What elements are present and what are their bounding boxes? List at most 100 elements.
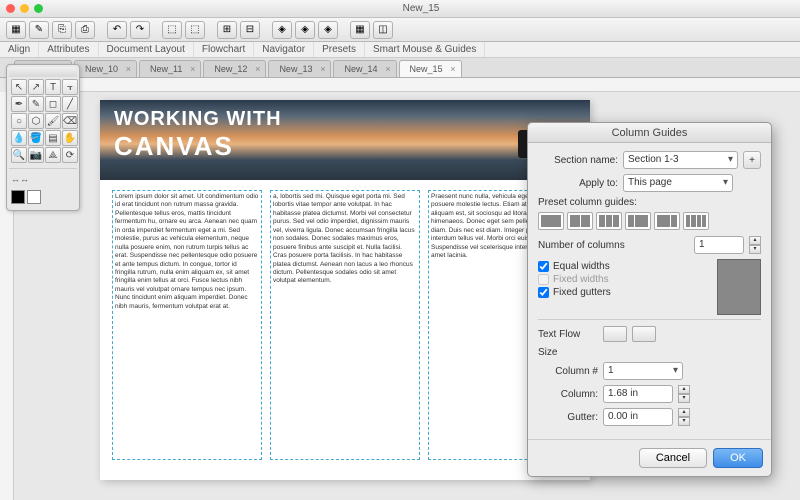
preset-1col[interactable] — [538, 212, 564, 230]
att-tab-navigator[interactable]: Navigator — [254, 42, 314, 57]
fill-swatch[interactable] — [27, 190, 41, 204]
doc-tab[interactable]: New_13 — [268, 60, 331, 77]
document-canvas[interactable]: WORKING WITH CANVAS Lorem ipsum dolor si… — [100, 100, 590, 480]
doc-tab-active[interactable]: New_15 — [399, 60, 462, 77]
toolbar-btn[interactable]: ◈ — [272, 21, 292, 39]
gutter-stepper[interactable]: ▴▾ — [678, 408, 690, 426]
column-width-label: Column: — [538, 389, 598, 400]
att-tab-flowchart[interactable]: Flowchart — [194, 42, 254, 57]
ellipse-tool-icon[interactable]: ○ — [11, 113, 27, 129]
num-columns-label: Number of columns — [538, 240, 625, 251]
attribute-tabs: Align Attributes Document Layout Flowcha… — [0, 42, 800, 58]
crop-tool-icon[interactable]: ⟁ — [45, 147, 61, 163]
preset-column-guides — [538, 212, 761, 230]
fixed-widths-checkbox[interactable]: Fixed widths — [538, 274, 701, 285]
toolbar-btn[interactable]: ◫ — [373, 21, 393, 39]
att-tab-doclayout[interactable]: Document Layout — [99, 42, 194, 57]
preset-2col[interactable] — [567, 212, 593, 230]
minimize-window[interactable] — [20, 4, 29, 13]
horizontal-ruler[interactable] — [14, 78, 800, 92]
gutter-label: Gutter: — [538, 412, 598, 423]
add-section-button[interactable]: + — [743, 151, 761, 169]
camera-tool-icon[interactable]: 📷 — [28, 147, 44, 163]
text-frame-tool-icon[interactable]: ⫟ — [62, 79, 78, 95]
toolbar-btn[interactable]: ▦ — [6, 21, 26, 39]
toolbar-btn[interactable]: ◈ — [318, 21, 338, 39]
tools-palette[interactable]: ↖ ↗ T ⫟ ✒ ✎ ◻ ╱ ○ ⬡ 🖌 ⌫ 💧 🪣 ▤ ✋ 🔍 📷 ⟁ ⟳ … — [6, 64, 80, 211]
att-tab-align[interactable]: Align — [0, 42, 39, 57]
toolbar-btn[interactable]: ↶ — [107, 21, 127, 39]
toolbar-btn[interactable]: ⊟ — [240, 21, 260, 39]
toolbar-btn[interactable]: ⬚ — [162, 21, 182, 39]
fixed-gutters-checkbox[interactable]: Fixed gutters — [538, 287, 701, 298]
preset-label: Preset column guides: — [538, 197, 761, 208]
num-columns-field[interactable]: 1 — [694, 236, 744, 254]
apply-to-label: Apply to: — [538, 178, 618, 189]
polygon-tool-icon[interactable]: ⬡ — [28, 113, 44, 129]
att-tab-attributes[interactable]: Attributes — [39, 42, 98, 57]
eraser-tool-icon[interactable]: ⌫ — [62, 113, 78, 129]
column-width-stepper[interactable]: ▴▾ — [678, 385, 690, 403]
column-guides-dialog: Column Guides Section name: Section 1-3 … — [527, 122, 772, 477]
banner-heading2: CANVAS — [114, 131, 576, 162]
section-name-select[interactable]: Section 1-3 — [623, 151, 738, 169]
zoom-window[interactable] — [34, 4, 43, 13]
att-tab-smartmouse[interactable]: Smart Mouse & Guides — [365, 42, 485, 57]
doc-tab[interactable]: New_10 — [74, 60, 137, 77]
toolbar-btn[interactable]: ⎙ — [75, 21, 95, 39]
text-tool-icon[interactable]: T — [45, 79, 61, 95]
preset-2col-left[interactable] — [625, 212, 651, 230]
gradient-tool-icon[interactable]: ▤ — [45, 130, 61, 146]
column-1[interactable]: Lorem ipsum dolor sit amet. Ut condiment… — [112, 190, 262, 460]
toolbar-btn[interactable]: ⊞ — [217, 21, 237, 39]
toolbar-btn[interactable]: ✎ — [29, 21, 49, 39]
size-label: Size — [538, 347, 761, 358]
doc-tab[interactable]: New_11 — [139, 60, 201, 77]
palette-header[interactable] — [9, 67, 77, 77]
zoom-tool-icon[interactable]: 🔍 — [11, 147, 27, 163]
num-columns-stepper[interactable]: ▴▾ — [749, 236, 761, 254]
toolbar-btn[interactable]: ▦ — [350, 21, 370, 39]
text-columns: Lorem ipsum dolor sit amet. Ut condiment… — [100, 180, 590, 470]
toolbar-btn[interactable]: ↷ — [130, 21, 150, 39]
cancel-button[interactable]: Cancel — [639, 448, 707, 468]
direct-select-tool-icon[interactable]: ↗ — [28, 79, 44, 95]
shape-tool-icon[interactable]: ◻ — [45, 96, 61, 112]
stroke-swatch[interactable] — [11, 190, 25, 204]
text-flow-label: Text Flow — [538, 329, 598, 340]
fill-tool-icon[interactable]: 🪣 — [28, 130, 44, 146]
close-window[interactable] — [6, 4, 15, 13]
main-toolbar: ▦ ✎ ⎘ ⎙ ↶ ↷ ⬚ ⬚ ⊞ ⊟ ◈ ◈ ◈ ▦ ◫ — [0, 18, 800, 42]
selection-tool-icon[interactable]: ↖ — [11, 79, 27, 95]
toolbar-btn[interactable]: ⎘ — [52, 21, 72, 39]
text-flow-rtl-button[interactable] — [632, 326, 656, 342]
text-flow-ltr-button[interactable] — [603, 326, 627, 342]
column-width-field[interactable]: 1.68 in — [603, 385, 673, 403]
preset-4col[interactable] — [683, 212, 709, 230]
gutter-field[interactable]: 0.00 in — [603, 408, 673, 426]
hand-tool-icon[interactable]: ✋ — [62, 130, 78, 146]
toolbar-btn[interactable]: ◈ — [295, 21, 315, 39]
preset-2col-right[interactable] — [654, 212, 680, 230]
apply-to-select[interactable]: This page — [623, 174, 733, 192]
ok-button[interactable]: OK — [713, 448, 763, 468]
line-tool-icon[interactable]: ╱ — [62, 96, 78, 112]
column-num-select[interactable]: 1 — [603, 362, 683, 380]
section-name-label: Section name: — [538, 155, 618, 166]
equal-widths-checkbox[interactable]: Equal widths — [538, 261, 701, 272]
column-num-label: Column # — [538, 366, 598, 377]
eyedropper-tool-icon[interactable]: 💧 — [11, 130, 27, 146]
doc-tab[interactable]: New_12 — [203, 60, 266, 77]
column-2[interactable]: a, lobortis sed mi. Quisque eget porta m… — [270, 190, 420, 460]
brush-tool-icon[interactable]: 🖌 — [45, 113, 61, 129]
att-tab-presets[interactable]: Presets — [314, 42, 365, 57]
banner-heading1: WORKING WITH — [114, 108, 576, 131]
document-tabs: New_9 New_10 New_11 New_12 New_13 New_14… — [0, 58, 800, 78]
toolbar-btn[interactable]: ⬚ — [185, 21, 205, 39]
doc-tab[interactable]: New_14 — [333, 60, 396, 77]
rotate-tool-icon[interactable]: ⟳ — [62, 147, 78, 163]
pen-tool-icon[interactable]: ✒ — [11, 96, 27, 112]
banner-image: WORKING WITH CANVAS — [100, 100, 590, 180]
pencil-tool-icon[interactable]: ✎ — [28, 96, 44, 112]
preset-3col[interactable] — [596, 212, 622, 230]
